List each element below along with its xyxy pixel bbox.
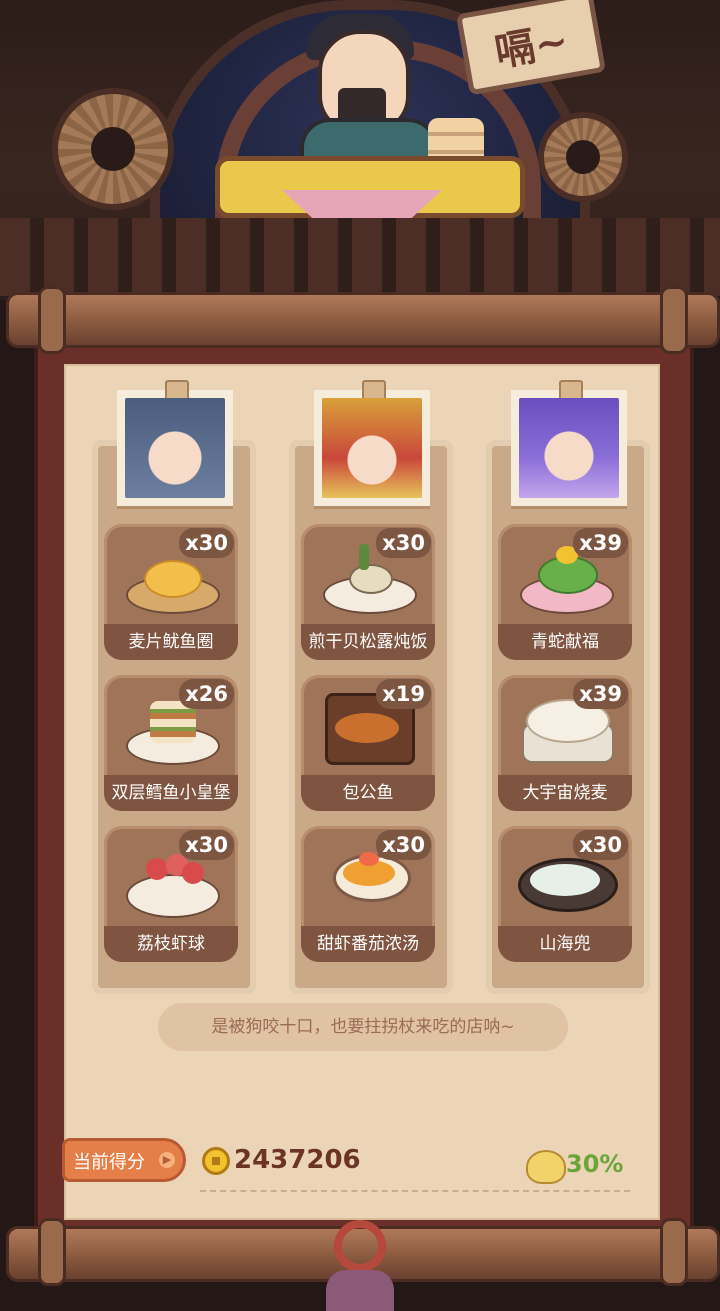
- dish-card[interactable]: x19 包公鱼: [301, 675, 435, 811]
- dish-count: x39: [573, 528, 628, 558]
- chinese-knot-tassel-icon: [322, 1220, 398, 1311]
- divider-dashed: [200, 1190, 630, 1192]
- rod-end-left: [38, 1218, 66, 1286]
- dish-name: 双层鳕鱼小皇堡: [104, 775, 238, 811]
- bun-bonus-icon: [526, 1150, 566, 1184]
- dish-count: x26: [179, 679, 234, 709]
- dish-card[interactable]: x30 煎干贝松露炖饭: [301, 524, 435, 660]
- rod-end-right: [660, 1218, 688, 1286]
- play-arrow-icon: ▶: [159, 1152, 175, 1168]
- dish-name: 山海兜: [498, 926, 632, 962]
- dish-name: 煎干贝松露炖饭: [301, 624, 435, 660]
- blue-haired-girl-portrait-icon: [125, 398, 225, 498]
- customer-comment: 是被狗咬十口，也要拄拐杖来吃的店呐~: [158, 1003, 568, 1051]
- customer-portrait-3: [511, 380, 627, 506]
- dish-name: 荔枝虾球: [104, 926, 238, 962]
- dish-count: x19: [376, 679, 431, 709]
- burp-sign-text: 嗝~: [491, 16, 572, 76]
- score-value: 2437206: [234, 1145, 361, 1175]
- dish-card[interactable]: x30 甜虾番茄浓汤: [301, 826, 435, 962]
- folding-fan-icon: [52, 88, 174, 210]
- dish-card[interactable]: x30 山海兜: [498, 826, 632, 962]
- purple-haired-character-portrait-icon: [519, 398, 619, 498]
- bonus-percentage: 30%: [566, 1150, 624, 1178]
- rod-end-right: [660, 286, 688, 354]
- crowned-character-portrait-icon: [322, 398, 422, 498]
- dish-count: x30: [376, 830, 431, 860]
- dish-name: 包公鱼: [301, 775, 435, 811]
- dish-card[interactable]: x39 大宇宙烧麦: [498, 675, 632, 811]
- restaurant-scene: 嗝~: [0, 0, 720, 300]
- customer-portrait-1: [117, 380, 233, 506]
- dish-count: x30: [376, 528, 431, 558]
- dish-card[interactable]: x39 青蛇献福: [498, 524, 632, 660]
- tassel-fringe: [326, 1270, 394, 1311]
- dish-count: x30: [179, 528, 234, 558]
- customer-portrait-2: [314, 380, 430, 506]
- dish-name: 麦片鱿鱼圈: [104, 624, 238, 660]
- current-score-text: 当前得分: [73, 1152, 145, 1173]
- dish-card[interactable]: x30 麦片鱿鱼圈: [104, 524, 238, 660]
- dish-name: 甜虾番茄浓汤: [301, 926, 435, 962]
- dish-count: x39: [573, 679, 628, 709]
- scroll-rod-top: [6, 292, 720, 348]
- knot: [334, 1220, 386, 1272]
- current-score-label: 当前得分 ▶: [62, 1138, 186, 1182]
- folding-fan-icon: [538, 112, 628, 202]
- dish-name: 青蛇献福: [498, 624, 632, 660]
- dish-name: 大宇宙烧麦: [498, 775, 632, 811]
- burp-sign: 嗝~: [455, 0, 607, 96]
- rod-end-left: [38, 286, 66, 354]
- wooden-fence: [0, 218, 720, 296]
- coin-icon: [202, 1147, 230, 1175]
- dish-card[interactable]: x30 荔枝虾球: [104, 826, 238, 962]
- dish-count: x30: [573, 830, 628, 860]
- dish-card[interactable]: x26 双层鳕鱼小皇堡: [104, 675, 238, 811]
- dish-count: x30: [179, 830, 234, 860]
